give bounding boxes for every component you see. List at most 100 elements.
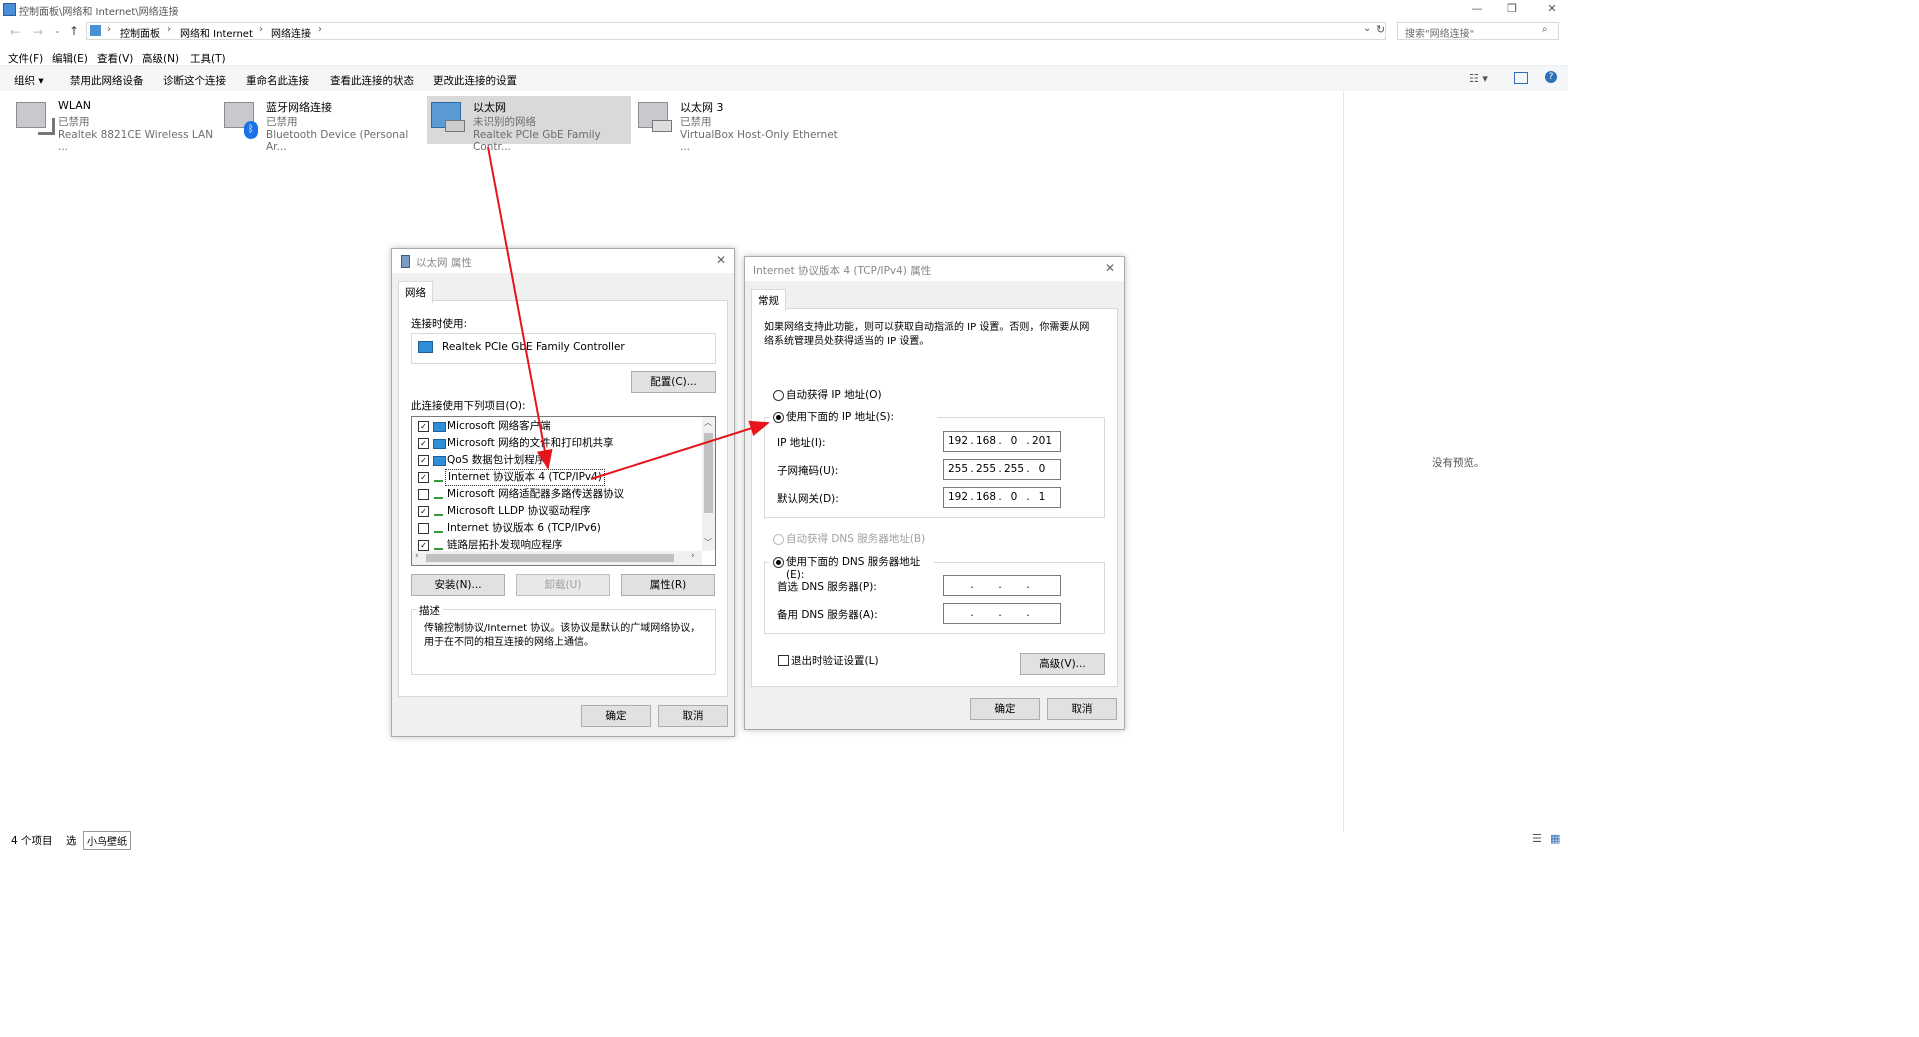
menu-file[interactable]: 文件(F): [8, 51, 43, 66]
cancel-button[interactable]: 取消: [658, 705, 728, 727]
mask-octet-2[interactable]: 255: [975, 460, 997, 479]
scroll-down-icon[interactable]: ﹀: [704, 537, 712, 548]
scroll-thumb-horizontal[interactable]: [426, 554, 674, 562]
minimize-button[interactable]: —: [1462, 0, 1492, 19]
view-options-icon[interactable]: ☷ ▾: [1469, 72, 1488, 85]
address-box[interactable]: › 控制面板 › 网络和 Internet › 网络连接 › ⌄ ↻: [86, 22, 1386, 40]
breadcrumb-0[interactable]: 控制面板: [120, 25, 160, 40]
auto-ip-radio[interactable]: [773, 390, 784, 401]
cmd-change-settings[interactable]: 更改此连接的设置: [433, 73, 517, 88]
cancel-button[interactable]: 取消: [1047, 698, 1117, 720]
cmd-diagnose[interactable]: 诊断这个连接: [163, 73, 226, 88]
tab-general[interactable]: 常规: [751, 289, 786, 311]
ok-button[interactable]: 确定: [581, 705, 651, 727]
help-icon[interactable]: ?: [1545, 71, 1557, 83]
item-checkbox[interactable]: ✓: [418, 421, 429, 432]
gateway-octet-4[interactable]: 1: [1031, 488, 1053, 507]
item-checkbox[interactable]: ✓: [418, 540, 429, 551]
address-dropdown-icon[interactable]: ⌄: [1363, 23, 1371, 34]
network-client-icon: [433, 422, 446, 432]
gateway-octet-1[interactable]: 192: [947, 488, 969, 507]
adapter-wlan[interactable]: WLAN 已禁用 Realtek 8821CE Wireless LAN ...: [12, 96, 217, 153]
dialog-close-icon[interactable]: ✕: [716, 253, 726, 267]
mask-octet-1[interactable]: 255: [947, 460, 969, 479]
manual-dns-radio[interactable]: [773, 557, 784, 568]
manual-ip-radio[interactable]: [773, 412, 784, 423]
restore-button[interactable]: ❐: [1497, 0, 1527, 19]
scroll-thumb[interactable]: [704, 433, 713, 513]
gateway-field[interactable]: 192 . 168 . 0 . 1: [943, 487, 1061, 508]
item-checkbox[interactable]: ✓: [418, 455, 429, 466]
list-item[interactable]: ✓ QoS 数据包计划程序: [412, 452, 702, 469]
scroll-right-icon[interactable]: ›: [691, 551, 695, 561]
item-checkbox[interactable]: [418, 489, 429, 500]
list-item[interactable]: ✓ Microsoft 网络的文件和打印机共享: [412, 435, 702, 452]
ip-octet-4[interactable]: 201: [1031, 432, 1053, 451]
search-box[interactable]: 搜索"网络连接" ⌕: [1397, 22, 1559, 40]
validate-checkbox[interactable]: [778, 655, 789, 666]
item-checkbox[interactable]: [418, 523, 429, 534]
adapter-ethernet-3[interactable]: 以太网 3 已禁用 VirtualBox Host-Only Ethernet …: [634, 96, 839, 153]
menu-tools[interactable]: 工具(T): [190, 51, 226, 66]
recent-dropdown-icon[interactable]: ⌄: [54, 26, 61, 35]
manual-ip-option[interactable]: 使用下面的 IP 地址(S):: [769, 408, 937, 424]
cmd-disable-device[interactable]: 禁用此网络设备: [70, 73, 144, 88]
dialog-close-icon[interactable]: ✕: [1105, 261, 1115, 275]
items-list[interactable]: ✓ Microsoft 网络客户端 ✓ Microsoft 网络的文件和打印机共…: [411, 416, 716, 566]
ip-octet-1[interactable]: 192: [947, 432, 969, 451]
preferred-dns-field[interactable]: . . .: [943, 575, 1061, 596]
cmd-rename[interactable]: 重命名此连接: [246, 73, 309, 88]
list-item[interactable]: ✓ 链路层拓扑发现响应程序: [412, 537, 702, 551]
horizontal-scrollbar[interactable]: ‹ ›: [412, 551, 702, 565]
gateway-octet-3[interactable]: 0: [1003, 488, 1025, 507]
adapter-ethernet[interactable]: 以太网 未识别的网络 Realtek PCIe GbE Family Contr…: [427, 96, 631, 153]
advanced-button[interactable]: 高级(V)...: [1020, 653, 1105, 675]
vertical-scrollbar[interactable]: ︿ ﹀: [702, 417, 715, 551]
tab-network[interactable]: 网络: [398, 281, 433, 303]
ip-octet-3[interactable]: 0: [1003, 432, 1025, 451]
mask-octet-4[interactable]: 0: [1031, 460, 1053, 479]
item-checkbox[interactable]: ✓: [418, 438, 429, 449]
search-icon[interactable]: ⌕: [1542, 24, 1548, 35]
breadcrumb-2[interactable]: 网络连接: [271, 25, 311, 40]
list-item[interactable]: ✓ Microsoft LLDP 协议驱动程序: [412, 503, 702, 520]
scroll-left-icon[interactable]: ‹: [415, 551, 419, 561]
refresh-icon[interactable]: ↻: [1376, 23, 1385, 36]
close-button[interactable]: ✕: [1537, 0, 1567, 19]
cmd-organize[interactable]: 组织 ▾: [14, 73, 44, 88]
details-view-icon[interactable]: ☰: [1532, 832, 1542, 845]
subnet-mask-field[interactable]: 255 . 255 . 255 . 0: [943, 459, 1061, 480]
install-button[interactable]: 安装(N)...: [411, 574, 505, 596]
auto-dns-radio[interactable]: [773, 534, 784, 545]
list-item[interactable]: Microsoft 网络适配器多路传送器协议: [412, 486, 702, 503]
ip-address-field[interactable]: 192 . 168 . 0 . 201: [943, 431, 1061, 452]
nav-up-icon[interactable]: ↑: [69, 24, 79, 38]
gateway-octet-2[interactable]: 168: [975, 488, 997, 507]
mask-octet-3[interactable]: 255: [1003, 460, 1025, 479]
breadcrumb-1[interactable]: 网络和 Internet: [180, 25, 253, 40]
uninstall-button[interactable]: 卸载(U): [516, 574, 610, 596]
scroll-up-icon[interactable]: ︿: [704, 417, 712, 428]
tiles-view-icon[interactable]: ▦: [1550, 832, 1560, 845]
ip-octet-2[interactable]: 168: [975, 432, 997, 451]
ok-button[interactable]: 确定: [970, 698, 1040, 720]
list-item[interactable]: ✓ Microsoft 网络客户端: [412, 418, 702, 435]
list-item[interactable]: Internet 协议版本 6 (TCP/IPv6): [412, 520, 702, 537]
menu-view[interactable]: 查看(V): [97, 51, 133, 66]
item-checkbox[interactable]: ✓: [418, 472, 429, 483]
item-checkbox[interactable]: ✓: [418, 506, 429, 517]
menu-advanced[interactable]: 高级(N): [142, 51, 179, 66]
menu-edit[interactable]: 编辑(E): [52, 51, 88, 66]
preview-pane-divider[interactable]: [1343, 92, 1344, 832]
alternate-dns-field[interactable]: . . .: [943, 603, 1061, 624]
list-item-selected[interactable]: ✓ Internet 协议版本 4 (TCP/IPv4): [412, 469, 702, 486]
search-input[interactable]: 搜索"网络连接": [1405, 25, 1474, 40]
adapter-bluetooth[interactable]: ᛒ 蓝牙网络连接 已禁用 Bluetooth Device (Personal …: [220, 96, 425, 153]
preview-pane-icon[interactable]: [1514, 72, 1528, 84]
manual-dns-option[interactable]: 使用下面的 DNS 服务器地址(E):: [769, 553, 934, 581]
cmd-view-status[interactable]: 查看此连接的状态: [330, 73, 414, 88]
configure-button[interactable]: 配置(C)...: [631, 371, 716, 393]
nav-back-icon[interactable]: ←: [10, 25, 20, 39]
nav-forward-icon[interactable]: →: [33, 25, 43, 39]
item-properties-button[interactable]: 属性(R): [621, 574, 715, 596]
